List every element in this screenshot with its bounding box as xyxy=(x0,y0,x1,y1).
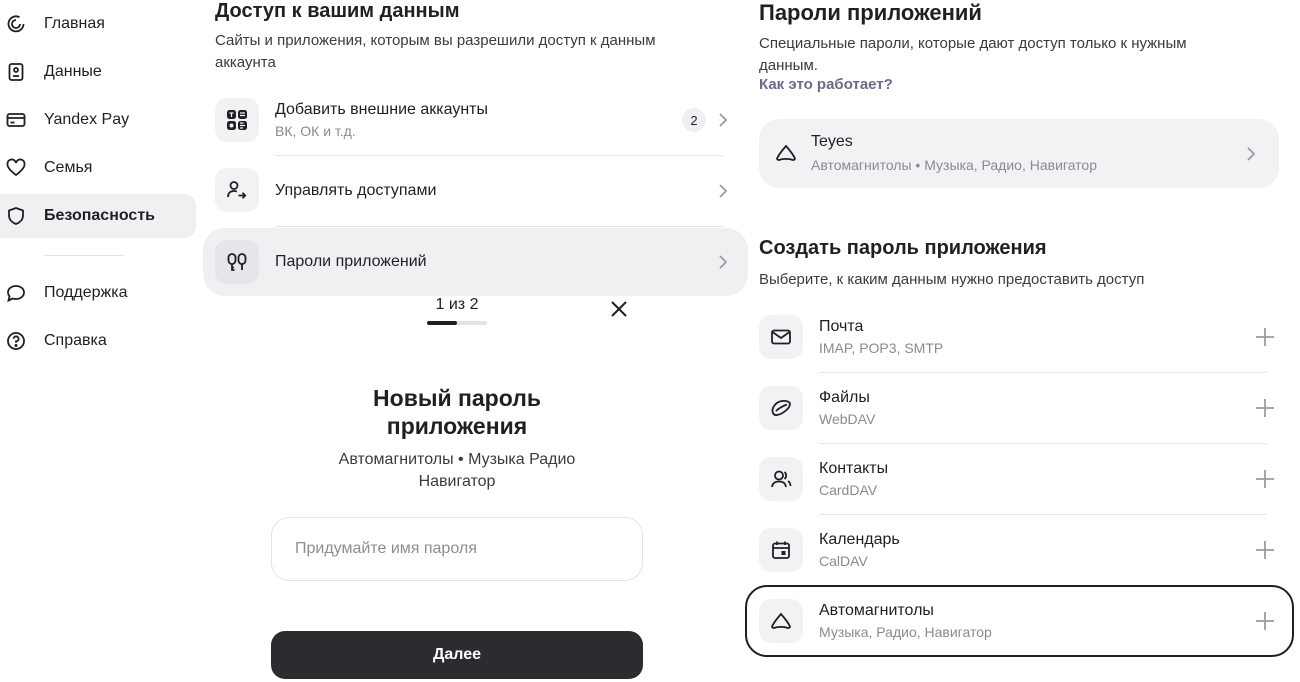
sidebar-item-home[interactable]: Главная xyxy=(0,2,196,46)
app-passwords-subtitle-line2: данным. xyxy=(759,57,818,74)
row-title: Пароли приложений xyxy=(275,253,427,270)
chevron-right-icon xyxy=(716,182,730,200)
sidebar-item-support[interactable]: Поддержка xyxy=(0,271,196,315)
row-subtitle: CalDAV xyxy=(819,553,868,569)
chevron-right-icon xyxy=(1244,145,1258,163)
create-item-contacts[interactable]: Контакты CardDAV xyxy=(759,444,1284,514)
wizard-title-line2: приложения xyxy=(386,413,528,439)
password-name-input[interactable] xyxy=(271,517,643,581)
row-divider xyxy=(275,226,723,227)
access-section-subtitle-line1: Сайты и приложения, которым вы разрешили… xyxy=(215,32,656,49)
app-passwords-title: Пароли приложений xyxy=(759,0,982,25)
user-access-icon xyxy=(215,168,259,212)
row-subtitle: IMAP, POP3, SMTP xyxy=(819,340,944,356)
app-passwords-subtitle-line1: Специальные пароли, которые дают доступ … xyxy=(759,35,1187,52)
wizard-subtitle-line1: Автомагнитолы • Музыка Радио xyxy=(338,451,576,468)
next-button[interactable]: Далее xyxy=(271,631,643,679)
home-icon xyxy=(6,14,26,34)
create-item-files[interactable]: Файлы WebDAV xyxy=(759,373,1284,443)
row-title: Контакты xyxy=(819,460,889,477)
existing-app-password-teyes[interactable]: Teyes Автомагнитолы • Музыка, Радио, Нав… xyxy=(759,119,1279,188)
sidebar-item-label: Главная xyxy=(44,15,105,32)
row-title: Файлы xyxy=(819,389,870,406)
row-subtitle: WebDAV xyxy=(819,411,876,427)
wizard-subtitle: Автомагнитолы • Музыка Радио Навигатор xyxy=(300,449,614,493)
create-password-subtitle: Выберите, к каким данным нужно предостав… xyxy=(759,271,1145,288)
wizard-step-progress-fill xyxy=(427,321,457,325)
sidebar-item-label: Семья xyxy=(44,159,93,176)
chevron-right-icon xyxy=(716,253,730,271)
row-title: Добавить внешние аккаунты xyxy=(275,101,488,118)
create-item-mail[interactable]: Почта IMAP, POP3, SMTP xyxy=(759,302,1284,372)
calendar-icon xyxy=(759,528,803,572)
row-subtitle: ВК, ОК и т.д. xyxy=(275,123,356,139)
row-subtitle: Музыка, Радио, Навигатор xyxy=(819,624,992,640)
sidebar-item-help[interactable]: Справка xyxy=(0,319,196,363)
car-radio-icon xyxy=(775,144,797,167)
wizard-subtitle-line2: Навигатор xyxy=(418,473,496,490)
row-title: Почта xyxy=(819,318,864,335)
shield-icon xyxy=(6,206,26,226)
create-item-car-radio[interactable]: Автомагнитолы Музыка, Радио, Навигатор xyxy=(759,586,1284,656)
sidebar-item-label: Безопасность xyxy=(44,207,155,224)
wizard-title-line1: Новый пароль xyxy=(373,385,541,411)
external-accounts-count-badge: 2 xyxy=(682,108,706,132)
app-password-icon xyxy=(215,240,259,284)
disk-icon xyxy=(759,386,803,430)
wizard-title: Новый пароль приложения xyxy=(300,384,614,440)
row-subtitle: CardDAV xyxy=(819,482,878,498)
sidebar-item-data[interactable]: Данные xyxy=(0,50,196,94)
id-card-icon xyxy=(6,62,26,82)
row-subtitle: Автомагнитолы • Музыка, Радио, Навигатор xyxy=(811,157,1097,173)
how-it-works-link[interactable]: Как это работает? xyxy=(759,76,893,93)
sidebar-divider xyxy=(44,255,124,256)
social-apps-icon xyxy=(215,98,259,142)
credit-card-icon xyxy=(6,110,26,130)
close-icon xyxy=(610,300,628,323)
heart-icon xyxy=(6,158,26,178)
access-section-title: Доступ к вашим данным xyxy=(215,0,460,22)
chat-icon xyxy=(6,283,26,303)
mail-icon xyxy=(759,315,803,359)
row-title: Автомагнитолы xyxy=(819,602,934,619)
sidebar-item-label: Данные xyxy=(44,63,102,80)
sidebar: Главная Данные Yandex Pay Семья Безопасн… xyxy=(0,0,196,682)
contacts-icon xyxy=(759,457,803,501)
access-row-external-accounts[interactable]: Добавить внешние аккаунты ВК, ОК и т.д. … xyxy=(203,86,748,154)
access-row-app-passwords[interactable]: Пароли приложений xyxy=(203,228,748,296)
plus-icon[interactable] xyxy=(1255,398,1275,418)
sidebar-item-security[interactable]: Безопасность xyxy=(0,194,196,238)
wizard-step-counter: 1 из 2 xyxy=(435,296,479,313)
sidebar-item-label: Yandex Pay xyxy=(44,111,130,128)
sidebar-item-label: Поддержка xyxy=(44,284,128,301)
sidebar-item-label: Справка xyxy=(44,332,107,349)
access-section-subtitle-line2: аккаунта xyxy=(215,54,276,71)
wizard-step-progress xyxy=(427,321,487,325)
sidebar-item-family[interactable]: Семья xyxy=(0,146,196,190)
plus-icon[interactable] xyxy=(1255,327,1275,347)
sidebar-item-yandex-pay[interactable]: Yandex Pay xyxy=(0,98,196,142)
row-title: Управлять доступами xyxy=(275,182,437,199)
create-password-title: Создать пароль приложения xyxy=(759,237,1047,259)
car-radio-icon xyxy=(759,599,803,643)
create-item-calendar[interactable]: Календарь CalDAV xyxy=(759,515,1284,585)
row-title: Календарь xyxy=(819,531,900,548)
close-button[interactable] xyxy=(606,298,632,324)
plus-icon[interactable] xyxy=(1255,540,1275,560)
help-icon xyxy=(6,331,26,351)
plus-icon[interactable] xyxy=(1255,469,1275,489)
access-row-manage-access[interactable]: Управлять доступами xyxy=(203,156,748,224)
plus-icon[interactable] xyxy=(1255,611,1275,631)
chevron-right-icon xyxy=(716,111,730,129)
row-title: Teyes xyxy=(811,133,853,150)
